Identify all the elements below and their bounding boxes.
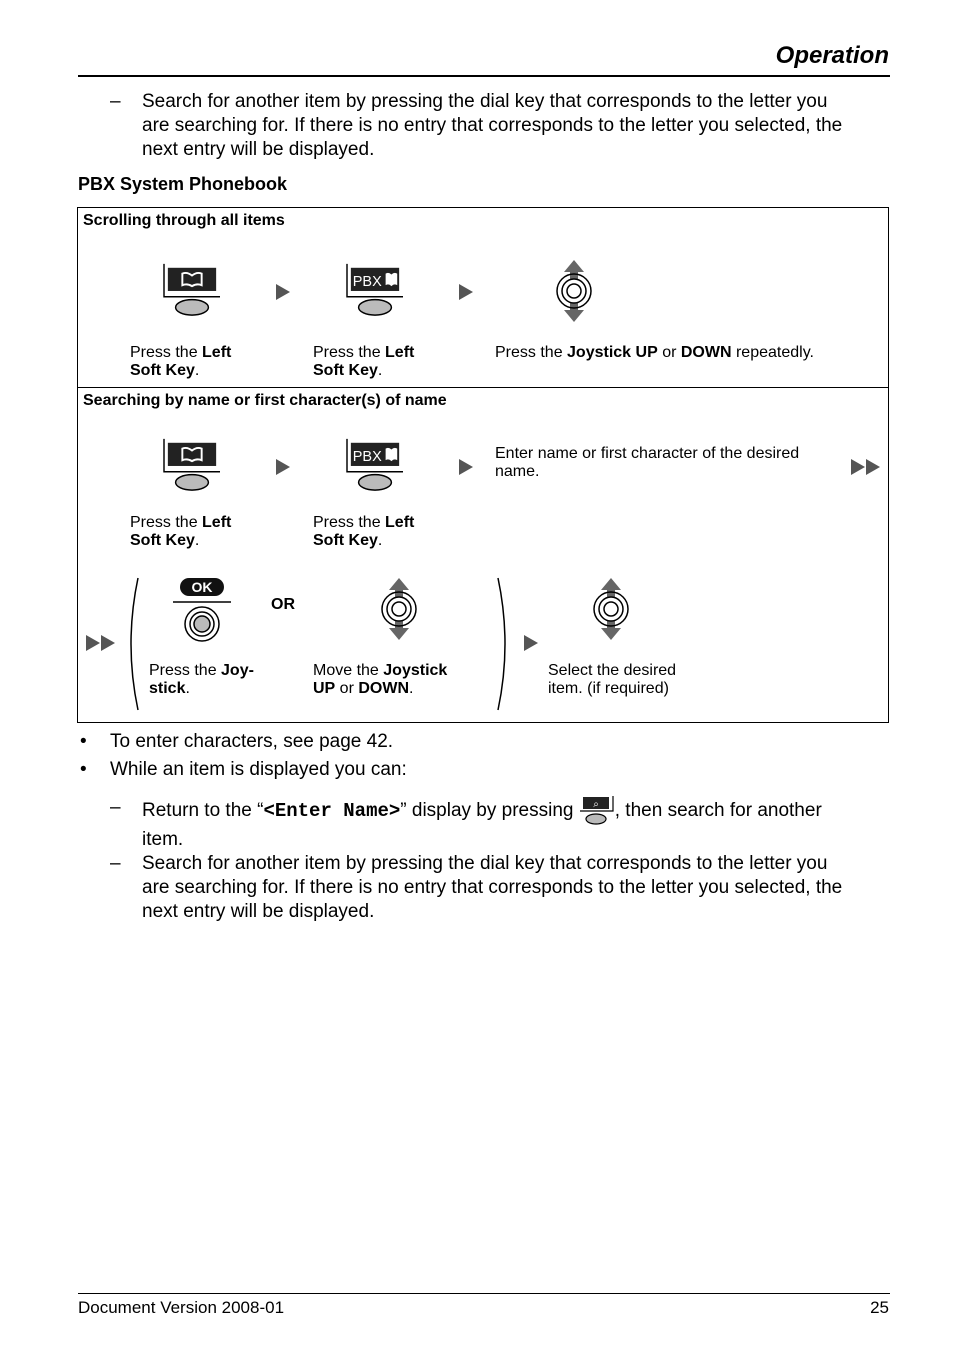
step-press-left-soft-key: Press the Left Soft Key.	[313, 514, 415, 549]
bullet-item: To enter characters, see page 42.	[110, 731, 394, 752]
svg-text:⌕: ⌕	[593, 799, 599, 810]
sub-item-dash: –	[110, 797, 121, 818]
step-press-left-soft-key: Press the Left Soft Key.	[130, 514, 232, 549]
next-step-arrow-icon	[459, 284, 473, 300]
row1-caption: Scrolling through all items	[83, 212, 285, 229]
left-bracket	[130, 577, 139, 711]
intro-paragraph: Search for another item by pressing the …	[142, 90, 902, 162]
page-header-title: Operation	[775, 42, 889, 69]
row2-caption: Searching by name or first character(s) …	[83, 392, 447, 409]
table-divider	[77, 387, 889, 388]
sub-item-return: Return to the “<Enter Name>” display by …	[142, 796, 902, 852]
phonebook-soft-key-icon	[163, 263, 220, 316]
or-label: OR	[271, 596, 295, 613]
svg-text:PBX: PBX	[353, 449, 382, 465]
joystick-up-down-icon	[556, 260, 592, 322]
step-press-joystick: Press the Joystick UP or DOWN repeatedly…	[495, 344, 814, 361]
right-bracket	[497, 577, 506, 711]
continue-arrow-icon	[851, 459, 880, 475]
svg-text:PBX: PBX	[353, 274, 382, 290]
footer-rule	[78, 1293, 890, 1294]
phonebook-soft-key-icon	[163, 438, 220, 491]
pbx-phonebook-soft-key-icon: PBX	[346, 263, 403, 316]
step-press-left-soft-key: Press the Left Soft Key.	[130, 344, 232, 379]
intro-line: are searching for. If there is no entry …	[142, 115, 843, 136]
next-step-arrow-icon	[276, 284, 290, 300]
bullet-item: While an item is displayed you can:	[110, 759, 407, 780]
step-select-item: Select the desired item. (if required)	[548, 662, 677, 697]
bullet-icon: •	[80, 759, 87, 780]
step-enter-name: Enter name or first character of the des…	[495, 445, 800, 480]
next-step-arrow-icon	[276, 459, 290, 475]
joystick-up-down-icon	[381, 578, 417, 640]
pbx-phonebook-soft-key-icon: PBX	[346, 438, 403, 491]
joystick-press-ok-icon: OK	[173, 578, 231, 642]
next-step-arrow-icon	[459, 459, 473, 475]
step-press-joystick: Press the Joy- stick.	[149, 662, 254, 697]
bullet-icon: •	[80, 731, 87, 752]
document-version: Document Version 2008-01	[78, 1298, 285, 1317]
search-soft-key-icon: ⌕	[579, 796, 614, 825]
step-move-joystick: Move the Joystick UP or DOWN.	[313, 662, 448, 697]
sub-item-dash: –	[110, 853, 121, 874]
page-number: 25	[870, 1298, 889, 1317]
header-rule	[78, 75, 890, 77]
continue-arrow-icon	[86, 635, 115, 651]
step-press-left-soft-key: Press the Left Soft Key.	[313, 344, 415, 379]
sub-item-search: Search for another item by pressing the …	[142, 853, 843, 922]
intro-line: next entry will be displayed.	[142, 139, 375, 160]
intro-line: Search for another item by pressing the …	[142, 91, 828, 112]
next-step-arrow-icon	[524, 635, 538, 651]
joystick-up-down-icon	[593, 578, 629, 640]
section-title: PBX System Phonebook	[78, 174, 288, 194]
svg-text:OK: OK	[192, 579, 213, 595]
intro-dash: –	[110, 91, 121, 112]
